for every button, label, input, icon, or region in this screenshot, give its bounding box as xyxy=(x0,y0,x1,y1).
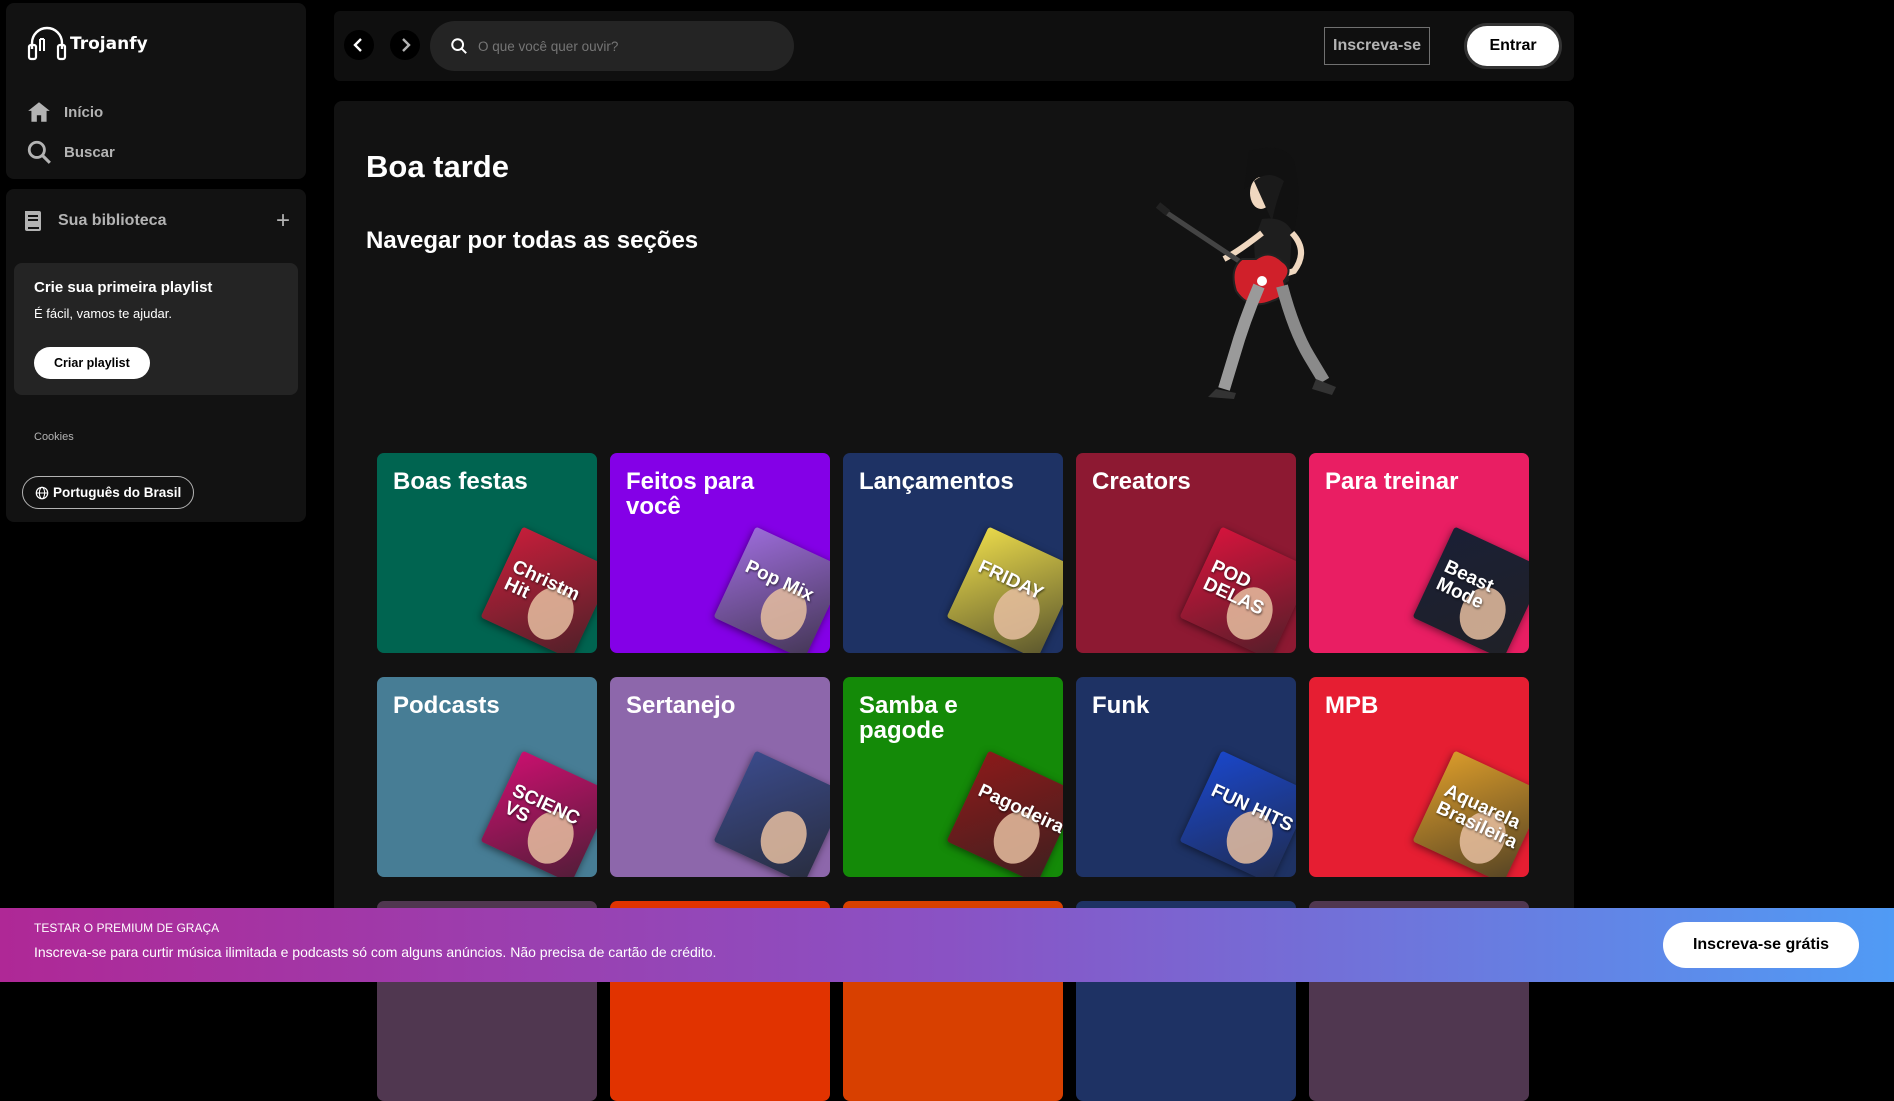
search-input[interactable] xyxy=(478,38,778,54)
category-tile[interactable]: Funk FUN HITS xyxy=(1076,677,1296,877)
category-cover-image: Christm Hit xyxy=(480,526,597,653)
category-label: Feitos para você xyxy=(626,468,755,521)
category-cover-image: Beast Mode xyxy=(1412,526,1529,653)
category-tile[interactable]: Boas festas Christm Hit xyxy=(377,453,597,653)
category-label: Podcasts xyxy=(393,692,500,719)
category-tile[interactable]: Samba e pagode Pagodeira xyxy=(843,677,1063,877)
category-cover-image: SCIENC VS xyxy=(480,750,597,877)
language-label: Português do Brasil xyxy=(53,485,182,500)
category-label: Creators xyxy=(1092,468,1191,495)
cookies-link[interactable]: Cookies xyxy=(34,431,74,443)
card-title: Crie sua primeira playlist xyxy=(34,279,213,296)
create-playlist-card: Crie sua primeira playlist É fácil, vamo… xyxy=(14,263,298,395)
rocker-illustration xyxy=(1155,147,1336,399)
category-tile[interactable]: Feitos para você Pop Mix xyxy=(610,453,830,653)
back-button[interactable] xyxy=(344,30,374,60)
app-logo[interactable]: Trojanfy xyxy=(26,23,148,65)
globe-icon xyxy=(35,486,49,499)
library-icon xyxy=(25,211,41,231)
search-icon xyxy=(451,38,467,54)
category-tile[interactable]: MPB Aquarela Brasileira xyxy=(1309,677,1529,877)
add-icon[interactable]: + xyxy=(276,207,290,235)
greeting-title: Boa tarde xyxy=(366,149,509,184)
library-title: Sua biblioteca xyxy=(58,212,167,229)
category-cover-image: Pop Mix xyxy=(713,526,830,653)
nav-search-label: Buscar xyxy=(64,143,115,161)
category-label: Sertanejo xyxy=(626,692,736,719)
search-icon xyxy=(27,140,51,164)
category-label: Para treinar xyxy=(1325,468,1459,495)
sidebar-nav: Trojanfy Início Buscar xyxy=(6,3,306,179)
app-name: Trojanfy xyxy=(70,34,148,54)
cover-portrait xyxy=(752,803,816,872)
category-label: Lançamentos xyxy=(859,468,1014,495)
login-button[interactable]: Entrar xyxy=(1464,23,1562,69)
library-panel: Sua biblioteca + Crie sua primeira playl… xyxy=(6,189,306,522)
headphones-icon xyxy=(27,26,67,61)
category-label: MPB xyxy=(1325,692,1379,719)
banner-kicker: TESTAR O PREMIUM DE GRAÇA xyxy=(34,921,220,935)
top-bar: Inscreva-se Entrar xyxy=(334,11,1574,81)
category-cover-image: FRIDAY xyxy=(946,526,1063,653)
category-cover-image: FUN HITS xyxy=(1179,750,1296,877)
category-cover-image: POD DELAS xyxy=(1179,526,1296,653)
main-content: Boa tarde Navegar por todas as seções Bo… xyxy=(334,101,1574,1101)
card-subtitle: É fácil, vamos te ajudar. xyxy=(34,306,173,321)
banner-text: Inscreva-se para curtir música ilimitada… xyxy=(34,944,717,960)
category-label: Samba e pagode xyxy=(859,692,958,745)
chevron-left-icon xyxy=(353,38,362,52)
search-bar[interactable] xyxy=(430,21,794,71)
signup-button[interactable]: Inscreva-se xyxy=(1324,27,1431,65)
browse-heading: Navegar por todas as seções xyxy=(366,227,699,254)
forward-button[interactable] xyxy=(390,30,420,60)
premium-banner[interactable]: TESTAR O PREMIUM DE GRAÇA Inscreva-se pa… xyxy=(0,908,1894,982)
chevron-right-icon xyxy=(402,38,411,52)
nav-home[interactable]: Início xyxy=(26,99,103,125)
nav-search[interactable]: Buscar xyxy=(26,139,115,165)
category-cover-image xyxy=(713,750,830,877)
category-tile[interactable]: Sertanejo xyxy=(610,677,830,877)
category-tile[interactable]: Lançamentos FRIDAY xyxy=(843,453,1063,653)
category-tile[interactable]: Para treinar Beast Mode xyxy=(1309,453,1529,653)
category-tile[interactable]: Creators POD DELAS xyxy=(1076,453,1296,653)
signup-free-button[interactable]: Inscreva-se grátis xyxy=(1663,922,1859,968)
library-header[interactable]: Sua biblioteca xyxy=(22,209,166,233)
category-label: Boas festas xyxy=(393,468,528,495)
language-button[interactable]: Português do Brasil xyxy=(22,476,195,509)
category-label: Funk xyxy=(1092,692,1150,719)
nav-home-label: Início xyxy=(64,103,104,121)
create-playlist-button[interactable]: Criar playlist xyxy=(34,347,150,379)
category-tile[interactable]: Podcasts SCIENC VS xyxy=(377,677,597,877)
home-icon xyxy=(28,102,50,122)
category-cover-image: Aquarela Brasileira xyxy=(1412,750,1529,877)
category-cover-image: Pagodeira xyxy=(946,750,1063,877)
